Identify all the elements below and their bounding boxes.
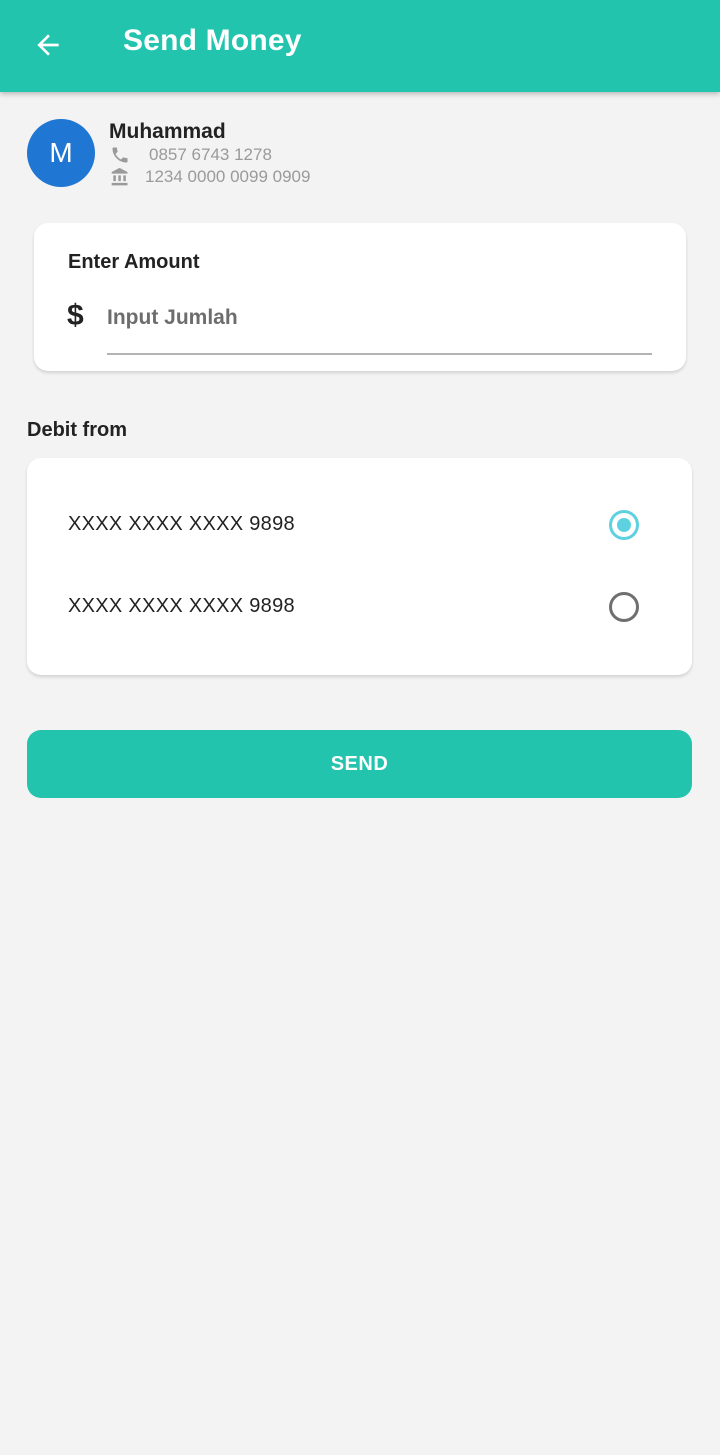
page-title: Send Money — [123, 24, 302, 57]
app-bar: Send Money — [0, 0, 720, 92]
account-option[interactable]: XXXX XXXX XXXX 9898 — [27, 495, 692, 555]
debit-from-label: Debit from — [27, 419, 127, 441]
back-button[interactable] — [22, 22, 74, 68]
radio-unselected[interactable] — [609, 592, 639, 622]
recipient-account: 1234 0000 0099 0909 — [145, 167, 311, 186]
radio-selected[interactable] — [609, 510, 639, 540]
amount-card: Enter Amount $ — [34, 223, 686, 371]
recipient-phone-row: 0857 6743 1278 — [109, 144, 272, 166]
recipient-phone: 0857 6743 1278 — [149, 145, 272, 164]
recipient-account-row: 1234 0000 0099 0909 — [109, 166, 310, 188]
dollar-icon: $ — [67, 299, 84, 332]
phone-icon — [109, 145, 131, 165]
amount-title: Enter Amount — [68, 251, 200, 273]
arrow-left-icon — [37, 34, 59, 56]
recipient-name: Muhammad — [109, 120, 226, 143]
send-button[interactable]: SEND — [27, 730, 692, 798]
account-number: XXXX XXXX XXXX 9898 — [68, 513, 295, 535]
account-option[interactable]: XXXX XXXX XXXX 9898 — [27, 577, 692, 637]
amount-input[interactable] — [107, 297, 652, 355]
bank-icon — [109, 167, 131, 187]
account-number: XXXX XXXX XXXX 9898 — [68, 595, 295, 617]
avatar: M — [27, 119, 95, 187]
debit-account-card: XXXX XXXX XXXX 9898 XXXX XXXX XXXX 9898 — [27, 458, 692, 675]
